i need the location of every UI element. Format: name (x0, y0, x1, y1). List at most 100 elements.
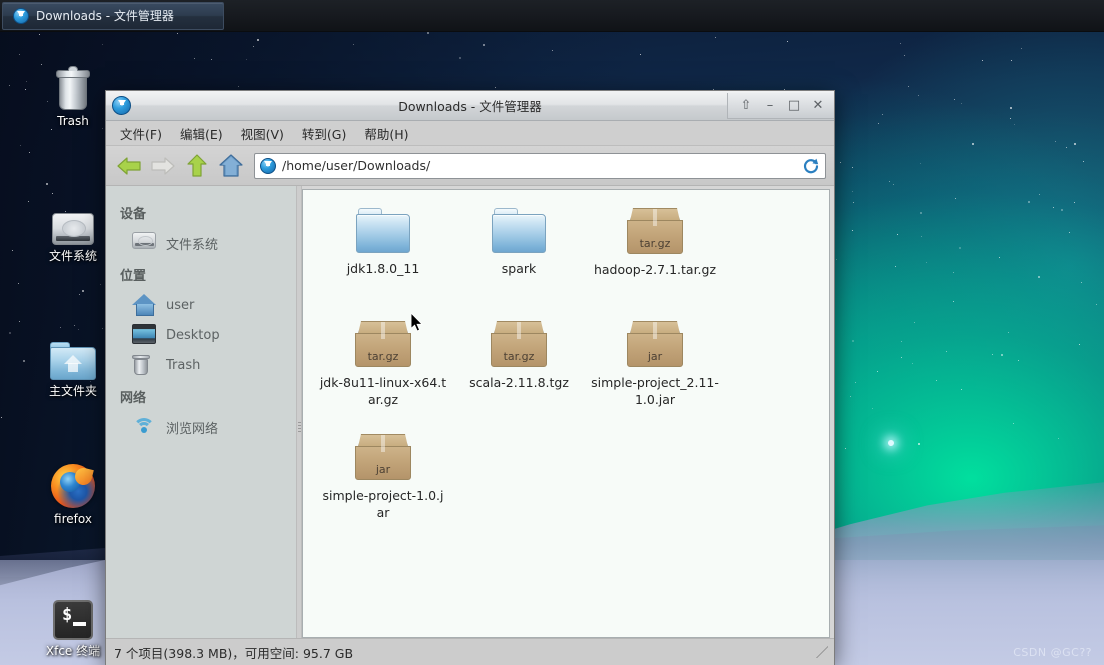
taskbar-item-downloads[interactable]: Downloads - 文件管理器 (2, 1, 224, 30)
maximize-button[interactable]: □ (782, 93, 806, 117)
archive-badge-label: tar.gz (367, 350, 399, 363)
statusbar-text: 7 个项目(398.3 MB)，可用空间: 95.7 GB (114, 645, 354, 661)
statusbar: 7 个项目(398.3 MB)，可用空间: 95.7 GB (106, 638, 834, 665)
hard-disk-icon (132, 232, 156, 254)
menu-file[interactable]: 文件(F) (112, 121, 170, 146)
sidebar-item-trash[interactable]: Trash (106, 350, 296, 380)
close-button[interactable]: ✕ (806, 93, 830, 117)
file-item[interactable]: jdk1.8.0_11 (315, 204, 451, 317)
network-wifi-icon (132, 416, 156, 438)
file-item-label: hadoop-2.7.1.tar.gz (593, 262, 717, 277)
file-item-label: simple-project-1.0.jar (322, 488, 444, 520)
forward-button[interactable] (148, 151, 178, 181)
file-item-label: spark (501, 261, 537, 276)
archive-box-icon: tar.gz (627, 208, 683, 254)
toolbar: /home/user/Downloads/ (106, 146, 834, 186)
sidebar-item-user[interactable]: user (106, 290, 296, 320)
desktop-icon-label: Xfce 终端 (45, 644, 101, 658)
trash-icon (30, 60, 116, 110)
sidebar-item-label: 浏览网络 (166, 421, 219, 437)
desktop-icon-filesystem[interactable]: 文件系统 (30, 195, 116, 263)
archive-box-icon: tar.gz (491, 321, 547, 367)
sidebar-item-desktop[interactable]: Desktop (106, 320, 296, 350)
archive-badge-label: tar.gz (503, 350, 535, 363)
file-item[interactable]: jar simple-project-1.0.jar (315, 430, 451, 543)
file-item[interactable]: tar.gz hadoop-2.7.1.tar.gz (587, 204, 723, 317)
home-icon (132, 294, 156, 316)
menu-edit[interactable]: 编辑(E) (172, 121, 231, 146)
home-icon (219, 153, 243, 177)
menu-go[interactable]: 转到(G) (294, 121, 354, 146)
archive-box-icon: jar (355, 434, 411, 480)
desktop-icon-trash[interactable]: Trash (30, 60, 116, 128)
home-button[interactable] (216, 151, 246, 181)
up-button[interactable] (182, 151, 212, 181)
desktop-icon-label: firefox (54, 512, 92, 526)
desktop-icon-label: 文件系统 (48, 249, 97, 263)
folder-icon (356, 208, 410, 253)
archive-box-icon: tar.gz (355, 321, 411, 367)
desktop-icon-terminal[interactable]: $ Xfce 终端 (30, 590, 116, 658)
shade-button[interactable]: ⇧ (734, 93, 758, 117)
window-controls: ⇧ – □ ✕ (727, 92, 834, 119)
download-circle-icon (260, 157, 276, 174)
firefox-icon (30, 458, 116, 508)
file-item[interactable]: tar.gz jdk-8u11-linux-x64.tar.gz (315, 317, 451, 430)
wallpaper-bright-star (888, 440, 894, 446)
desktop-icon-firefox[interactable]: firefox (30, 458, 116, 526)
sidebar-group-network: 网络 (120, 391, 147, 406)
reload-button[interactable] (801, 156, 821, 176)
desktop-icon-home-folder[interactable]: 主文件夹 (30, 330, 116, 398)
file-item[interactable]: tar.gz scala-2.11.8.tgz (451, 317, 587, 430)
terminal-icon: $ (30, 590, 116, 640)
menu-help[interactable]: 帮助(H) (356, 121, 416, 146)
sidebar-group-devices: 设备 (120, 207, 147, 222)
menubar: 文件(F) 编辑(E) 视图(V) 转到(G) 帮助(H) (106, 121, 834, 146)
menu-view[interactable]: 视图(V) (233, 121, 292, 146)
sidebar: 设备 文件系统 位置 user Desktop Trash 网络 浏览网络 (106, 186, 296, 638)
file-manager-window[interactable]: Downloads - 文件管理器 ⇧ – □ ✕ 文件(F) 编辑(E) 视图… (105, 90, 835, 665)
download-circle-icon (13, 7, 29, 24)
desktop-icon-label: Trash (57, 114, 89, 128)
hard-disk-icon (30, 195, 116, 245)
sidebar-item-filesystem[interactable]: 文件系统 (106, 228, 296, 258)
sidebar-item-label: Desktop (166, 327, 220, 343)
path-bar[interactable]: /home/user/Downloads/ (254, 152, 826, 179)
desktop-icon (132, 324, 156, 346)
up-arrow-icon (187, 153, 207, 177)
archive-badge-label: tar.gz (639, 237, 671, 250)
back-arrow-icon (117, 156, 141, 175)
download-circle-icon (112, 96, 131, 115)
file-item-label: jdk1.8.0_11 (346, 261, 420, 276)
window-body: 设备 文件系统 位置 user Desktop Trash 网络 浏览网络 jd… (106, 186, 834, 638)
window-titlebar[interactable]: Downloads - 文件管理器 ⇧ – □ ✕ (106, 91, 834, 121)
archive-badge-label: jar (647, 350, 663, 363)
forward-arrow-icon (151, 156, 175, 175)
file-item-label: simple-project_2.11-1.0.jar (591, 375, 719, 407)
fileview-wrapper: jdk1.8.0_11 spark tar.gz hadoop-2.7.1.tar.g… (302, 186, 834, 638)
file-item[interactable]: jar simple-project_2.11-1.0.jar (587, 317, 723, 430)
folder-icon (492, 208, 546, 253)
back-button[interactable] (114, 151, 144, 181)
sidebar-item-browse-network[interactable]: 浏览网络 (106, 412, 296, 442)
archive-box-icon: jar (627, 321, 683, 367)
sidebar-group-places: 位置 (120, 269, 147, 284)
sidebar-item-label: Trash (166, 357, 201, 373)
resize-grip[interactable] (816, 646, 828, 658)
file-list[interactable]: jdk1.8.0_11 spark tar.gz hadoop-2.7.1.tar.g… (302, 189, 830, 638)
taskbar-item-label: Downloads - 文件管理器 (36, 9, 174, 23)
trash-icon (132, 354, 156, 376)
desktop-icon-label: 主文件夹 (48, 384, 97, 398)
taskbar: Downloads - 文件管理器 (0, 0, 1104, 32)
file-item-label: jdk-8u11-linux-x64.tar.gz (319, 375, 447, 407)
file-item[interactable]: spark (451, 204, 587, 317)
reload-icon (803, 158, 819, 173)
path-input[interactable]: /home/user/Downloads/ (282, 158, 795, 173)
sidebar-item-label: 文件系统 (166, 237, 219, 253)
window-title: Downloads - 文件管理器 (398, 99, 542, 114)
home-folder-icon (30, 330, 116, 380)
minimize-button[interactable]: – (758, 93, 782, 117)
csdn-watermark: CSDN @GC?? (1013, 646, 1092, 659)
archive-badge-label: jar (375, 463, 391, 476)
sidebar-item-label: user (166, 297, 195, 313)
